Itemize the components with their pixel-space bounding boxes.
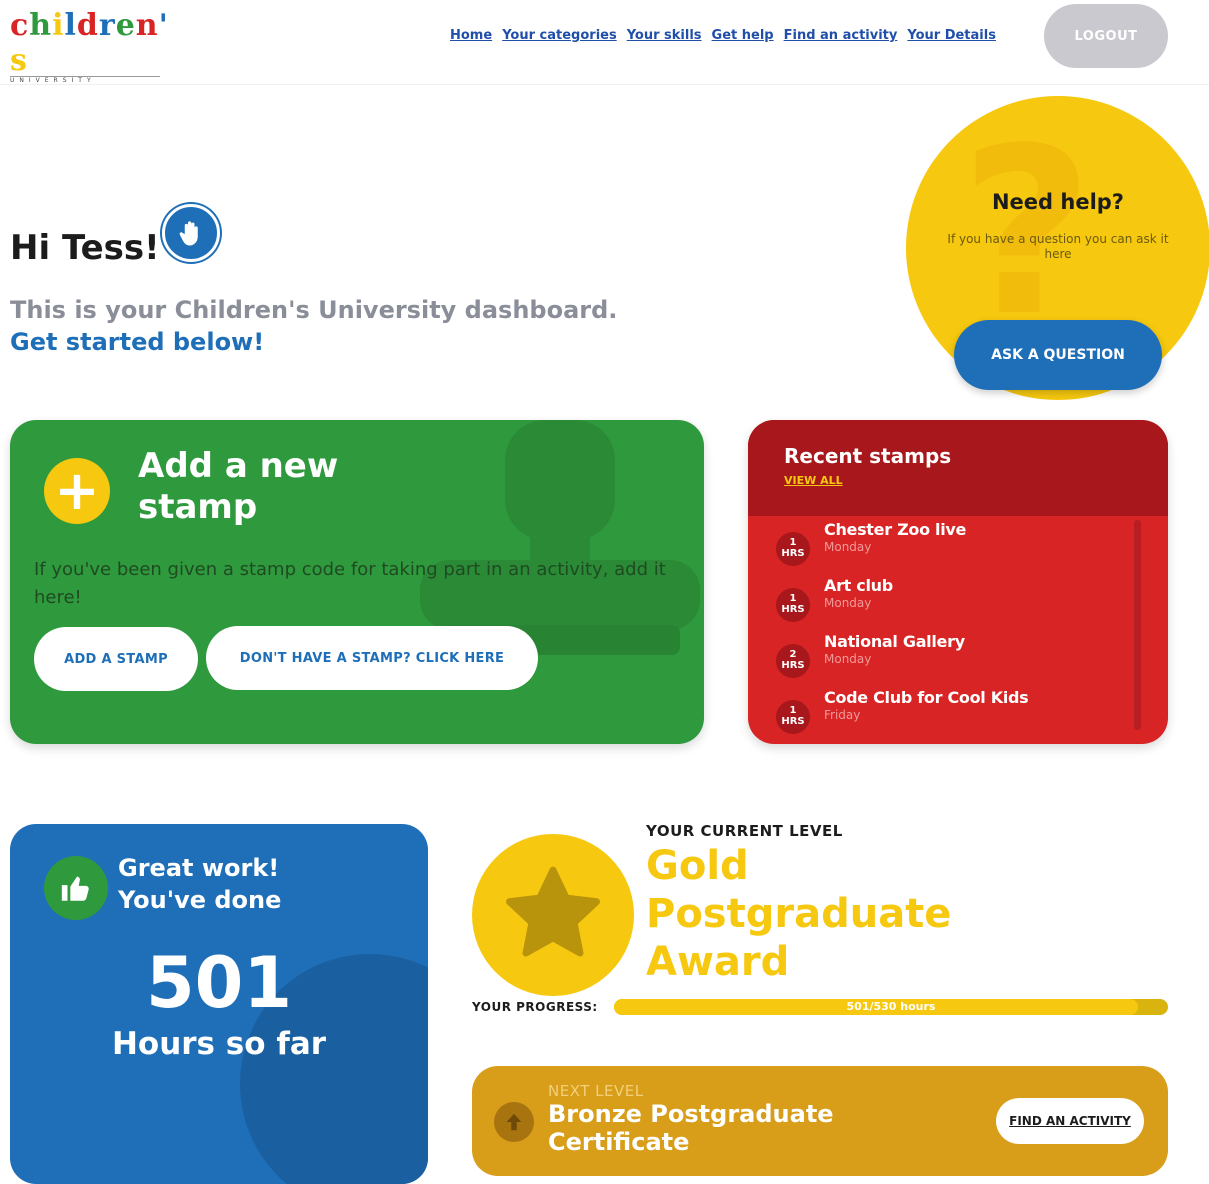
- dashboard-cta: Get started below!: [10, 328, 265, 356]
- dashboard-intro: This is your Children's University dashb…: [10, 296, 618, 324]
- list-item[interactable]: 1 HRS Code Club for Cool Kids Friday: [776, 688, 1136, 744]
- nav-get-help[interactable]: Get help: [712, 28, 774, 43]
- add-stamp-title: Add a new stamp: [138, 446, 339, 527]
- list-item[interactable]: 1 HRS Art club Monday: [776, 576, 1136, 632]
- list-item[interactable]: 1 HRS Chester Zoo live Monday: [776, 520, 1136, 576]
- stamp-day: Monday: [824, 540, 872, 554]
- hours-label: Hours so far: [111, 1026, 327, 1062]
- add-stamp-button[interactable]: ADD A STAMP: [34, 627, 198, 691]
- stamp-day: Monday: [824, 596, 872, 610]
- header-divider: [0, 84, 1209, 85]
- nav-skills[interactable]: Your skills: [627, 28, 702, 43]
- hours-badge: 1 HRS: [776, 532, 810, 566]
- star-icon: [472, 834, 634, 996]
- greeting-title: Hi Tess!: [10, 228, 160, 268]
- hours-title: Great work! You've done: [118, 854, 282, 914]
- help-title: Need help?: [991, 190, 1124, 214]
- stamp-name: Code Club for Cool Kids: [824, 688, 1029, 707]
- stamp-name: Chester Zoo live: [824, 520, 967, 539]
- plus-icon: +: [44, 458, 110, 524]
- logo-subtitle: UNIVERSITY: [10, 76, 160, 84]
- hours-badge: 1 HRS: [776, 700, 810, 734]
- recent-stamps-scrollbar[interactable]: [1134, 520, 1141, 730]
- progress-text: 501/530 hours: [846, 1000, 936, 1013]
- nav-your-details[interactable]: Your Details: [907, 28, 996, 43]
- wave-hand-icon: [162, 204, 220, 262]
- stamp-day: Friday: [824, 708, 861, 722]
- hours-badge: 2 HRS: [776, 644, 810, 678]
- hours-total: 501: [145, 942, 293, 1024]
- next-level-label: NEXT LEVEL: [548, 1082, 644, 1100]
- no-stamp-button[interactable]: DON'T HAVE A STAMP? CLICK HERE: [206, 626, 538, 690]
- view-all-link[interactable]: VIEW ALL: [784, 474, 843, 487]
- current-level-label: YOUR CURRENT LEVEL: [646, 822, 843, 840]
- recent-stamps-list: 1 HRS Chester Zoo live Monday 1 HRS Art clu…: [776, 520, 1136, 744]
- logo-wordmark: children's: [10, 8, 169, 78]
- help-text: If you have a question you can ask it he…: [947, 232, 1169, 261]
- current-level-name: Gold Postgraduate Award: [646, 843, 952, 985]
- arrow-up-icon: [494, 1102, 534, 1142]
- list-item[interactable]: 2 HRS National Gallery Monday: [776, 632, 1136, 688]
- nav-categories[interactable]: Your categories: [502, 28, 617, 43]
- thumbs-up-icon: [44, 856, 108, 920]
- nav-home[interactable]: Home: [450, 28, 492, 43]
- logo[interactable]: children's UNIVERSITY: [10, 8, 180, 84]
- stamp-name: Art club: [824, 576, 893, 595]
- stamp-day: Monday: [824, 652, 872, 666]
- nav-find-activity[interactable]: Find an activity: [784, 28, 898, 43]
- main-nav: Home Your categories Your skills Get hel…: [450, 28, 996, 43]
- logout-button[interactable]: LOGOUT: [1044, 4, 1168, 68]
- ask-question-button[interactable]: ASK A QUESTION: [954, 320, 1162, 390]
- hours-badge: 1 HRS: [776, 588, 810, 622]
- stamp-name: National Gallery: [824, 632, 965, 651]
- progress-label: YOUR PROGRESS:: [472, 1000, 598, 1014]
- find-activity-button[interactable]: FIND AN ACTIVITY: [996, 1098, 1144, 1144]
- add-stamp-text: If you've been given a stamp code for ta…: [34, 559, 666, 608]
- next-level-name: Bronze Postgraduate Certificate: [548, 1100, 834, 1156]
- recent-stamps-header: [748, 420, 1168, 516]
- recent-stamps-title: Recent stamps: [784, 444, 952, 468]
